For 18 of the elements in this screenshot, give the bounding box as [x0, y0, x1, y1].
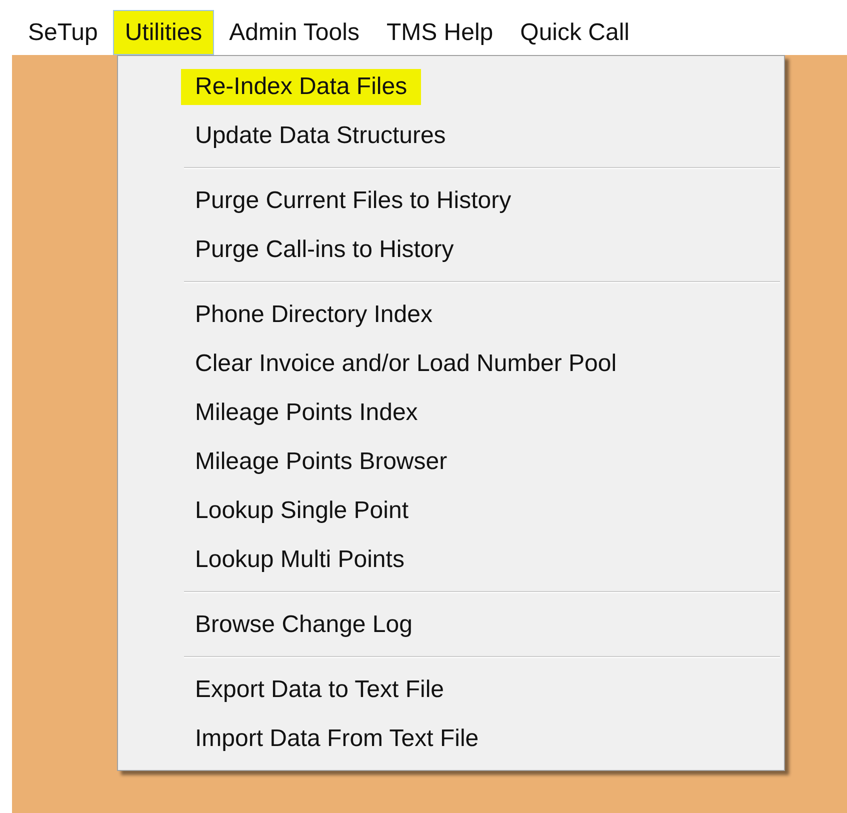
menu-item[interactable]: Browse Change Log — [181, 606, 426, 642]
menu-item[interactable]: Phone Directory Index — [181, 296, 446, 332]
menu-item[interactable]: Mileage Points Browser — [181, 444, 462, 480]
menu-item[interactable]: Clear Invoice and/or Load Number Pool — [181, 346, 631, 382]
menu-item[interactable]: Re-Index Data Files — [181, 68, 422, 104]
menu-bar-item[interactable]: SeTup — [16, 10, 110, 55]
menu-item[interactable]: Lookup Single Point — [181, 492, 422, 528]
menu-item[interactable]: Lookup Multi Points — [181, 542, 418, 578]
menu-item[interactable]: Import Data From Text File — [181, 720, 493, 756]
menu-item[interactable]: Mileage Points Index — [181, 394, 432, 430]
menu-item[interactable]: Purge Call-ins to History — [181, 232, 468, 268]
menu-bar-item[interactable]: TMS Help — [374, 10, 506, 55]
menu-item[interactable]: Purge Current Files to History — [181, 182, 526, 218]
menu-bar-item[interactable]: Admin Tools — [217, 10, 372, 55]
menu-bar-item[interactable]: Quick Call — [508, 10, 642, 55]
menu-bar-item[interactable]: Utilities — [112, 10, 214, 55]
menu-item[interactable]: Update Data Structures — [181, 118, 460, 154]
menu-item[interactable]: Export Data to Text File — [181, 672, 458, 708]
